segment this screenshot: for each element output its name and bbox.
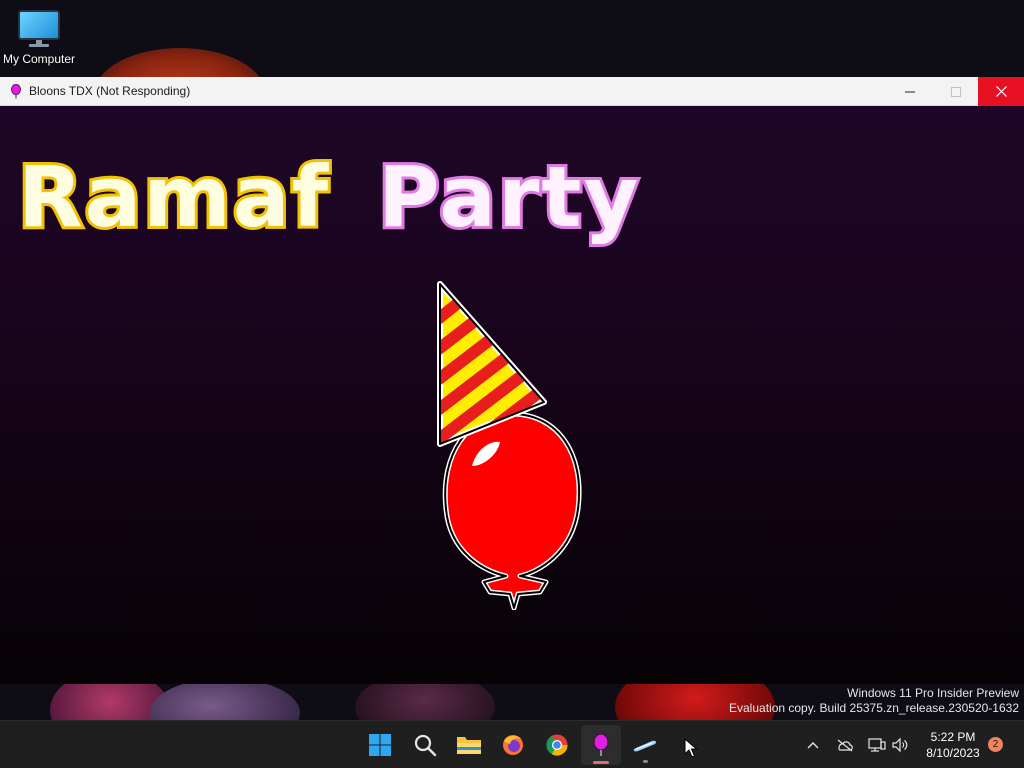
balloon-icon xyxy=(11,84,21,99)
desktop: My Computer Bloons TDX (Not Responding) … xyxy=(0,0,1024,768)
maximize-button[interactable] xyxy=(933,77,979,106)
taskbar-clock[interactable]: 5:22 PM 8/10/2023 xyxy=(918,729,988,761)
search-icon xyxy=(414,734,437,757)
speaker-icon xyxy=(892,737,908,753)
taskbar-bloons[interactable] xyxy=(581,725,621,765)
maximize-icon xyxy=(951,86,961,97)
taskbar-file-explorer[interactable] xyxy=(449,725,489,765)
taskbar-search-button[interactable] xyxy=(405,725,445,765)
tray-volume-button[interactable] xyxy=(890,735,910,755)
chrome-icon xyxy=(546,734,568,756)
watermark-line-2: Evaluation copy. Build 25375.zn_release.… xyxy=(729,701,1019,715)
hoverboard-icon xyxy=(633,740,656,752)
title-bar[interactable]: Bloons TDX (Not Responding) xyxy=(0,77,1024,106)
app-window: Bloons TDX (Not Responding) Ramaf Party xyxy=(0,77,1024,684)
close-icon xyxy=(995,86,1007,97)
clock-time: 5:22 PM xyxy=(930,730,976,744)
windows-start-icon xyxy=(369,734,391,756)
folder-icon xyxy=(457,737,481,754)
clock-date: 8/10/2023 xyxy=(926,746,980,760)
window-title: Bloons TDX (Not Responding) xyxy=(29,84,191,98)
balloon-icon xyxy=(593,733,609,756)
desktop-icon-label: My Computer xyxy=(2,52,76,66)
taskbar-start-button[interactable] xyxy=(360,725,400,765)
game-title-word-1: Ramaf xyxy=(18,148,330,246)
game-title-logo: Ramaf Party xyxy=(16,145,641,249)
close-button[interactable] xyxy=(978,77,1024,106)
taskbar-firefox[interactable] xyxy=(493,725,533,765)
game-title-word-2: Party xyxy=(378,148,640,246)
onedrive-offline-icon xyxy=(837,739,853,752)
mouse-cursor-icon xyxy=(684,738,698,758)
minimize-icon xyxy=(905,91,915,92)
notification-badge[interactable]: 2 xyxy=(988,737,1003,752)
network-icon xyxy=(868,738,886,752)
game-canvas[interactable]: Ramaf Party xyxy=(0,106,1024,684)
firefox-icon xyxy=(503,735,523,755)
taskbar: 5:22 PM 8/10/2023 2 xyxy=(0,720,1024,768)
computer-icon xyxy=(0,10,78,47)
tray-overflow-button[interactable] xyxy=(803,735,823,755)
watermark-line-1: Windows 11 Pro Insider Preview xyxy=(847,686,1019,700)
active-app-indicator xyxy=(593,761,609,764)
party-balloon-sprite xyxy=(437,281,582,610)
desktop-icon-my-computer[interactable]: My Computer xyxy=(0,8,78,76)
chevron-up-icon xyxy=(807,742,819,749)
minimize-button[interactable] xyxy=(887,77,933,106)
taskbar-chrome[interactable] xyxy=(537,725,577,765)
windows-watermark: Windows 11 Pro Insider Preview Evaluatio… xyxy=(729,686,1019,716)
taskbar-app[interactable] xyxy=(625,725,665,765)
tray-network-button[interactable] xyxy=(867,735,887,755)
running-app-indicator xyxy=(643,760,648,763)
tray-onedrive-button[interactable] xyxy=(835,735,855,755)
